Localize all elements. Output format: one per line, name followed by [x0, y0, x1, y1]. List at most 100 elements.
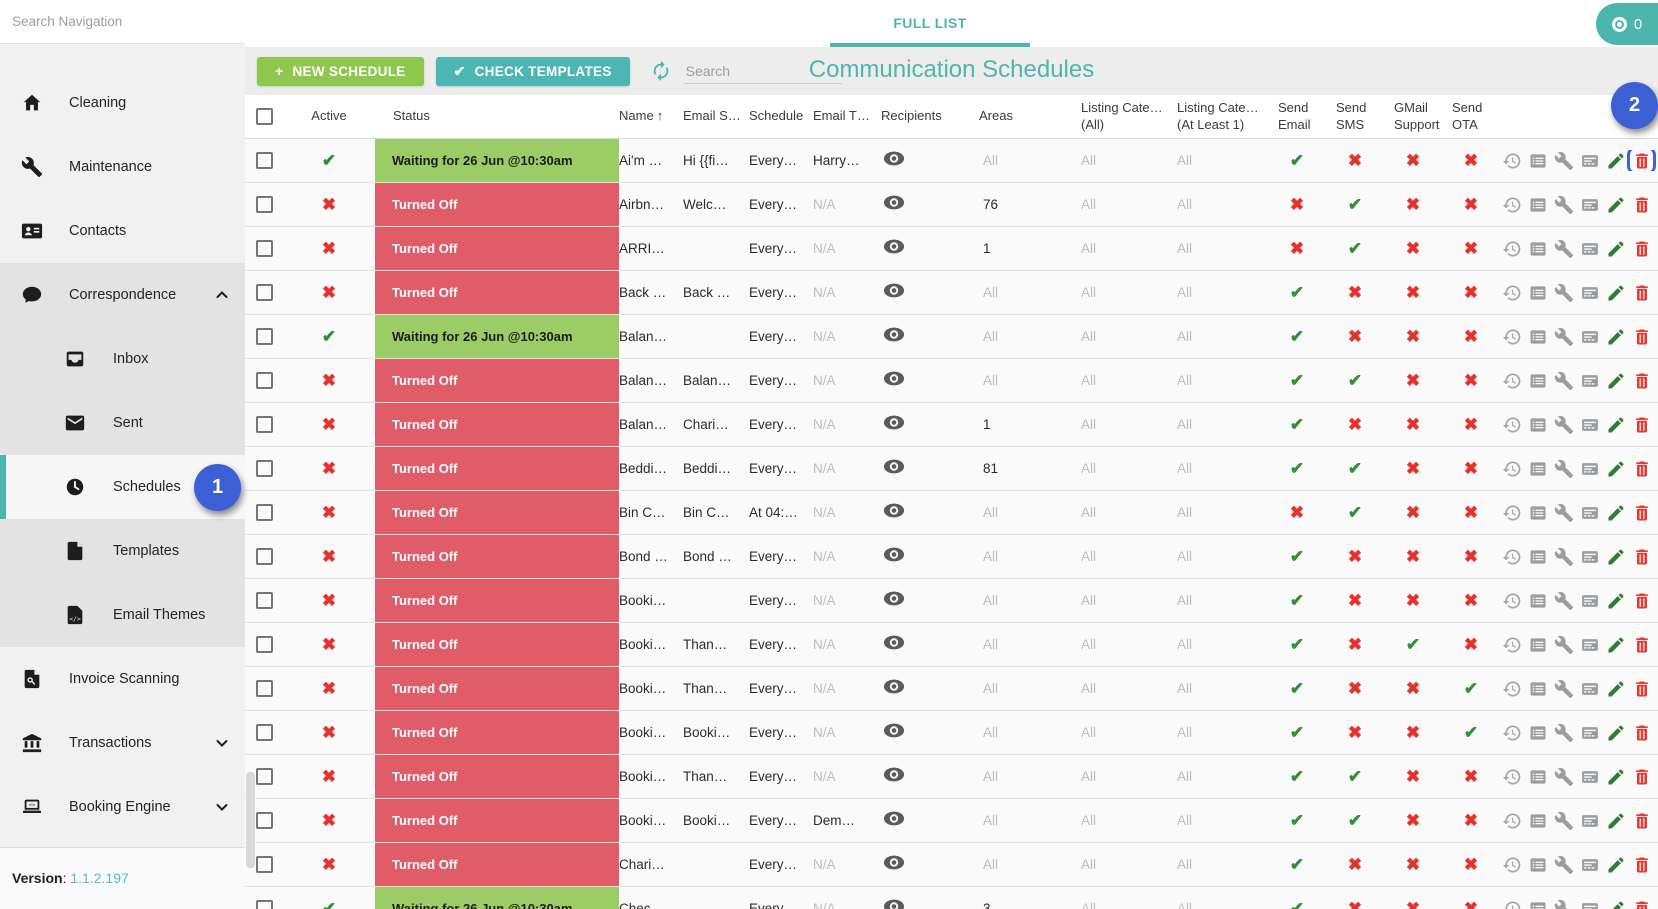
log-list-button[interactable] [1527, 678, 1548, 699]
sidebar-item-maintenance[interactable]: Maintenance [0, 135, 245, 199]
view-recipients-icon[interactable] [883, 767, 905, 782]
view-recipients-icon[interactable] [883, 855, 905, 870]
view-recipients-icon[interactable] [883, 459, 905, 474]
card-details-button[interactable] [1579, 458, 1600, 479]
edit-button[interactable] [1605, 590, 1626, 611]
log-list-button[interactable] [1527, 634, 1548, 655]
row-checkbox[interactable] [255, 328, 273, 345]
edit-button[interactable] [1605, 282, 1626, 303]
new-schedule-button[interactable]: + NEW SCHEDULE [257, 56, 424, 86]
delete-button[interactable] [1627, 150, 1656, 171]
log-list-button[interactable] [1527, 414, 1548, 435]
settings-wrench-button[interactable] [1553, 458, 1574, 479]
log-list-button[interactable] [1527, 546, 1548, 567]
settings-wrench-button[interactable] [1553, 238, 1574, 259]
row-checkbox[interactable] [255, 548, 273, 565]
history-button[interactable] [1502, 678, 1522, 699]
settings-wrench-button[interactable] [1553, 370, 1574, 391]
card-details-button[interactable] [1579, 766, 1600, 787]
edit-button[interactable] [1605, 414, 1626, 435]
view-recipients-icon[interactable] [883, 503, 905, 518]
settings-wrench-button[interactable] [1553, 150, 1574, 171]
history-button[interactable] [1502, 282, 1522, 303]
history-button[interactable] [1502, 854, 1522, 875]
settings-wrench-button[interactable] [1553, 766, 1574, 787]
column-header-active[interactable]: Active [287, 108, 375, 124]
history-button[interactable] [1502, 722, 1522, 743]
delete-button[interactable] [1631, 502, 1652, 523]
settings-wrench-button[interactable] [1553, 502, 1574, 523]
history-button[interactable] [1502, 590, 1522, 611]
view-recipients-icon[interactable] [883, 239, 905, 254]
view-recipients-icon[interactable] [883, 547, 905, 562]
sidebar-item-transactions[interactable]: Transactions [0, 711, 245, 775]
column-header-send-email[interactable]: Send Email [1270, 100, 1328, 133]
card-details-button[interactable] [1579, 370, 1600, 391]
row-checkbox[interactable] [255, 592, 273, 609]
log-list-button[interactable] [1527, 810, 1548, 831]
log-list-button[interactable] [1527, 502, 1548, 523]
edit-button[interactable] [1605, 194, 1626, 215]
card-details-button[interactable] [1579, 546, 1600, 567]
delete-button[interactable] [1631, 458, 1652, 479]
log-list-button[interactable] [1527, 282, 1548, 303]
card-details-button[interactable] [1579, 590, 1600, 611]
row-checkbox[interactable] [255, 856, 273, 873]
card-details-button[interactable] [1579, 282, 1600, 303]
delete-button[interactable] [1631, 766, 1652, 787]
settings-wrench-button[interactable] [1553, 590, 1574, 611]
delete-button[interactable] [1631, 898, 1652, 909]
settings-wrench-button[interactable] [1553, 898, 1574, 909]
card-details-button[interactable] [1579, 150, 1600, 171]
delete-button[interactable] [1631, 722, 1652, 743]
log-list-button[interactable] [1527, 766, 1548, 787]
settings-wrench-button[interactable] [1553, 678, 1574, 699]
refresh-icon[interactable] [650, 60, 672, 82]
delete-button[interactable] [1631, 546, 1652, 567]
view-recipients-icon[interactable] [883, 899, 905, 909]
view-recipients-icon[interactable] [883, 723, 905, 738]
edit-button[interactable] [1605, 722, 1626, 743]
sidebar-item-inbox[interactable]: Inbox [0, 327, 245, 391]
edit-button[interactable] [1605, 326, 1626, 347]
view-recipients-icon[interactable] [883, 151, 905, 166]
view-recipients-icon[interactable] [883, 811, 905, 826]
edit-button[interactable] [1605, 634, 1626, 655]
card-details-button[interactable] [1579, 326, 1600, 347]
history-button[interactable] [1502, 546, 1522, 567]
edit-button[interactable] [1605, 370, 1626, 391]
column-header-send-sms[interactable]: Send SMS [1328, 100, 1386, 133]
view-recipients-icon[interactable] [883, 327, 905, 342]
settings-wrench-button[interactable] [1553, 414, 1574, 435]
delete-button[interactable] [1631, 370, 1652, 391]
scrollbar-thumb[interactable] [246, 772, 255, 868]
sidebar-item-email-themes[interactable]: </> Email Themes [0, 583, 245, 647]
row-checkbox[interactable] [255, 372, 273, 389]
history-button[interactable] [1502, 150, 1522, 171]
row-checkbox[interactable] [255, 900, 273, 909]
settings-wrench-button[interactable] [1553, 326, 1574, 347]
column-header-email-subject[interactable]: Email S… [683, 108, 749, 124]
view-recipients-icon[interactable] [883, 283, 905, 298]
history-button[interactable] [1502, 370, 1522, 391]
edit-button[interactable] [1605, 678, 1626, 699]
delete-button[interactable] [1631, 238, 1652, 259]
card-details-button[interactable] [1579, 810, 1600, 831]
tab-full-list[interactable]: FULL LIST [830, 0, 1030, 43]
card-details-button[interactable] [1579, 634, 1600, 655]
edit-button[interactable] [1605, 766, 1626, 787]
card-details-button[interactable] [1579, 722, 1600, 743]
history-button[interactable] [1502, 238, 1522, 259]
sidebar-item-contacts[interactable]: Contacts [0, 199, 245, 263]
column-header-status[interactable]: Status [375, 95, 619, 138]
sidebar-item-templates[interactable]: Templates [0, 519, 245, 583]
column-header-recipients[interactable]: Recipients [877, 108, 975, 124]
row-checkbox[interactable] [255, 240, 273, 257]
history-button[interactable] [1502, 898, 1522, 909]
settings-wrench-button[interactable] [1553, 810, 1574, 831]
row-checkbox[interactable] [255, 196, 273, 213]
view-recipients-icon[interactable] [883, 679, 905, 694]
history-button[interactable] [1502, 634, 1522, 655]
history-button[interactable] [1502, 414, 1522, 435]
log-list-button[interactable] [1527, 898, 1548, 909]
